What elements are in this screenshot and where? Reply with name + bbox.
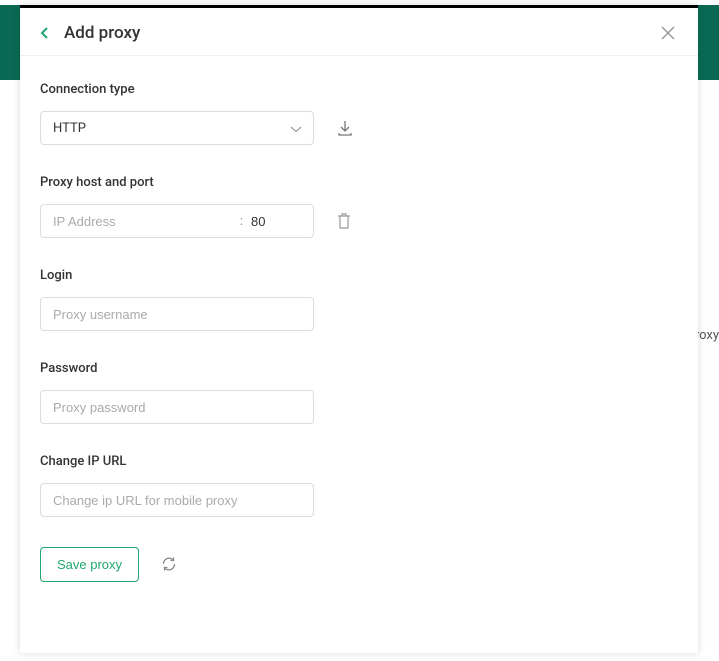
connection-type-label: Connection type <box>40 82 678 97</box>
trash-icon[interactable] <box>336 212 354 230</box>
change-ip-label: Change IP URL <box>40 454 678 469</box>
connection-type-group: Connection type HTTP <box>40 82 678 145</box>
add-proxy-modal: Add proxy Connection type HTTP <box>20 5 698 653</box>
password-input[interactable] <box>40 390 314 424</box>
connection-type-value: HTTP <box>53 121 86 136</box>
modal-header: Add proxy <box>20 8 698 56</box>
password-label: Password <box>40 361 678 376</box>
save-row: Save proxy <box>40 547 678 582</box>
download-icon[interactable] <box>336 119 354 137</box>
modal-title: Add proxy <box>64 23 656 43</box>
backdrop-hint-text: roxy <box>695 328 719 343</box>
login-label: Login <box>40 268 678 283</box>
host-input[interactable] <box>53 214 232 229</box>
refresh-icon[interactable] <box>161 556 179 574</box>
host-port-group: Proxy host and port : <box>40 175 678 238</box>
port-input[interactable] <box>251 214 301 229</box>
password-group: Password <box>40 361 678 424</box>
back-icon[interactable] <box>36 24 54 42</box>
host-port-separator: : <box>240 214 243 229</box>
host-port-label: Proxy host and port <box>40 175 678 190</box>
login-input[interactable] <box>40 297 314 331</box>
host-port-input-wrap: : <box>40 204 314 238</box>
save-proxy-button[interactable]: Save proxy <box>40 547 139 582</box>
change-ip-group: Change IP URL <box>40 454 678 517</box>
change-ip-input[interactable] <box>40 483 314 517</box>
connection-type-select[interactable]: HTTP <box>40 111 314 145</box>
modal-body: Connection type HTTP <box>20 56 698 602</box>
close-icon[interactable] <box>656 21 680 45</box>
login-group: Login <box>40 268 678 331</box>
